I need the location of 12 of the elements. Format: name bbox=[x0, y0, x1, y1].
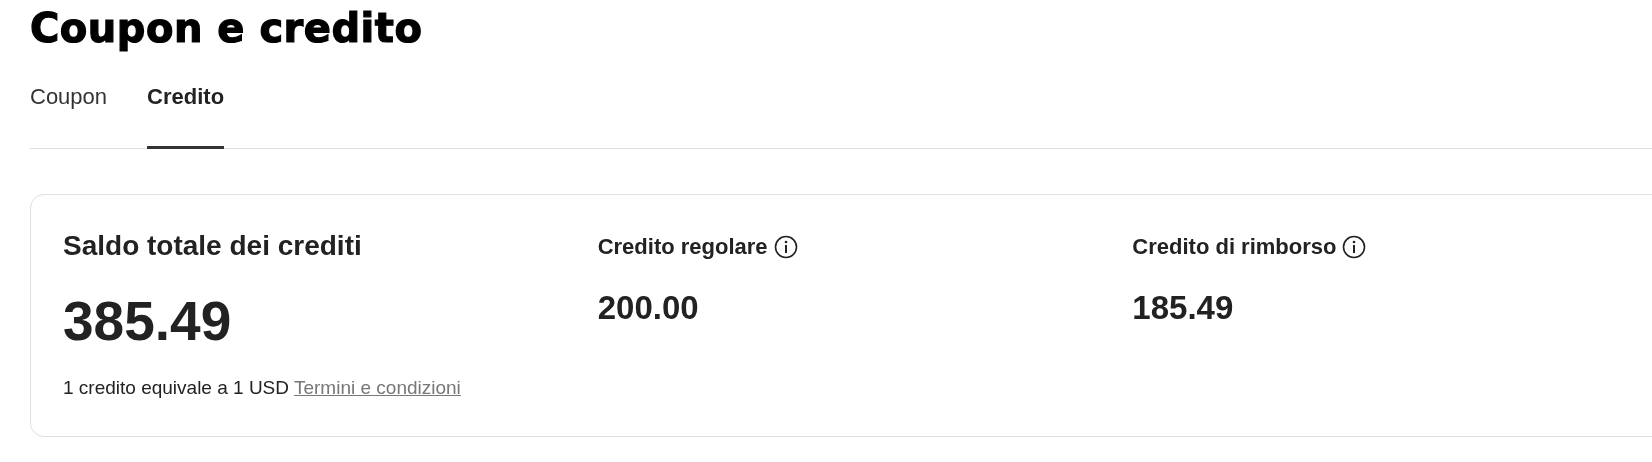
balance-amount: 385.49 bbox=[63, 291, 233, 352]
conversion-note: 1 credito equivale a 1 USD Termini e condizioni bbox=[63, 375, 462, 400]
credit-amount: 185.49 bbox=[1132, 288, 1235, 328]
info-icon[interactable] bbox=[1342, 234, 1367, 259]
credit-amount: 200.00 bbox=[597, 288, 700, 328]
terms-link[interactable]: Termini e condizioni bbox=[293, 376, 461, 398]
tab[interactable]: Coupon bbox=[30, 80, 108, 149]
credit-label: Credito regolare bbox=[597, 233, 768, 261]
tab[interactable]: Credito bbox=[147, 80, 225, 149]
credit-label: Credito di rimborso bbox=[1132, 233, 1337, 261]
balance-label: Saldo totale dei crediti bbox=[63, 229, 363, 263]
info-icon[interactable] bbox=[773, 234, 798, 259]
